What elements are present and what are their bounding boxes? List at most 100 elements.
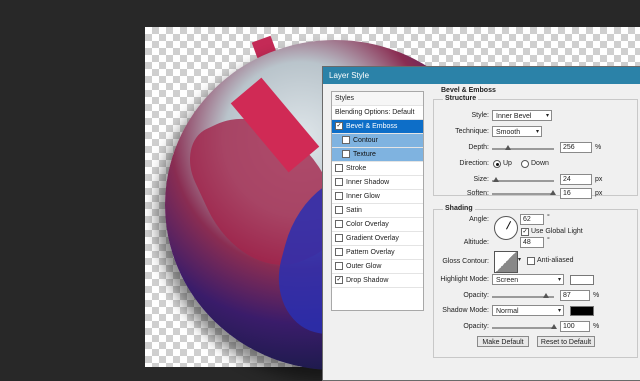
highlight-mode-value: Screen bbox=[496, 277, 519, 284]
size-slider-thumb[interactable] bbox=[492, 177, 499, 182]
styles-list-item-label: Satin bbox=[346, 207, 362, 214]
shadow-mode-select[interactable]: Normal ▾ bbox=[492, 305, 564, 316]
technique-label: Technique: bbox=[455, 128, 489, 135]
shadow-opacity-label: Opacity: bbox=[463, 323, 489, 330]
style-checkbox[interactable] bbox=[335, 192, 343, 201]
styles-list-item-label: Blending Options: Default bbox=[335, 109, 415, 116]
depth-input[interactable]: 256 bbox=[560, 142, 592, 153]
styles-list-item-label: Pattern Overlay bbox=[346, 249, 395, 256]
shadow-opacity-slider[interactable] bbox=[492, 324, 557, 329]
size-label: Size: bbox=[473, 176, 489, 183]
style-checkbox[interactable]: ✓ bbox=[335, 276, 343, 285]
style-select[interactable]: Inner Bevel ▾ bbox=[492, 110, 552, 121]
shadow-opacity-thumb[interactable] bbox=[551, 324, 557, 329]
styles-list-item-label: Contour bbox=[353, 137, 378, 144]
styles-list-item[interactable]: Inner Shadow bbox=[332, 176, 423, 190]
styles-list-item-label: Bevel & Emboss bbox=[346, 123, 398, 130]
direction-up-label: Up bbox=[503, 160, 512, 167]
layer-style-dialog: Layer Style Styles Blending Options: Defa… bbox=[322, 66, 640, 381]
anti-aliased-label: Anti-aliased bbox=[537, 257, 574, 264]
depth-slider[interactable] bbox=[492, 145, 554, 150]
angle-unit: ° bbox=[547, 214, 550, 221]
style-checkbox[interactable] bbox=[335, 248, 343, 257]
angle-input[interactable]: 62 bbox=[520, 214, 544, 225]
bevel-section-title: Bevel & Emboss bbox=[441, 87, 496, 94]
style-checkbox[interactable]: ✓ bbox=[335, 122, 343, 131]
direction-down-radio[interactable] bbox=[521, 160, 529, 168]
use-global-light-checkbox[interactable]: ✓ bbox=[521, 228, 529, 236]
styles-list-item-label: Inner Shadow bbox=[346, 179, 390, 186]
styles-list-item[interactable]: Styles bbox=[332, 92, 423, 106]
altitude-input[interactable]: 48 bbox=[520, 237, 544, 248]
styles-list-item[interactable]: Contour bbox=[332, 134, 423, 148]
technique-select[interactable]: Smooth ▾ bbox=[492, 126, 542, 137]
style-checkbox[interactable] bbox=[335, 234, 343, 243]
anti-aliased-checkbox[interactable] bbox=[527, 257, 535, 265]
make-default-button[interactable]: Make Default bbox=[477, 336, 529, 347]
style-checkbox[interactable] bbox=[335, 164, 343, 173]
styles-list-item[interactable]: Texture bbox=[332, 148, 423, 162]
highlight-mode-select[interactable]: Screen ▾ bbox=[492, 274, 564, 285]
styles-list-item[interactable]: ✓ Bevel & Emboss bbox=[332, 120, 423, 134]
structure-title: Structure bbox=[443, 95, 479, 102]
size-unit: px bbox=[595, 176, 603, 183]
gloss-contour-picker[interactable] bbox=[494, 251, 518, 273]
soften-slider-thumb[interactable] bbox=[549, 190, 556, 195]
shadow-mode-value: Normal bbox=[496, 308, 519, 315]
shadow-color-swatch[interactable] bbox=[570, 306, 594, 316]
shading-title: Shading bbox=[443, 205, 475, 212]
soften-label: Soften: bbox=[466, 190, 489, 197]
styles-list-item[interactable]: Blending Options: Default bbox=[332, 106, 423, 120]
styles-list-item-label: Stroke bbox=[346, 165, 367, 172]
depth-unit: % bbox=[595, 144, 602, 151]
chevron-down-icon[interactable]: ▾ bbox=[518, 256, 521, 263]
highlight-opacity-thumb[interactable] bbox=[542, 293, 549, 298]
styles-list-item[interactable]: Satin bbox=[332, 204, 423, 218]
size-input[interactable]: 24 bbox=[560, 174, 592, 185]
style-checkbox[interactable] bbox=[335, 220, 343, 229]
styles-list-item-label: Inner Glow bbox=[346, 193, 380, 200]
shadow-opacity-unit: % bbox=[593, 323, 600, 330]
shadow-opacity-input[interactable]: 100 bbox=[560, 321, 590, 332]
style-checkbox[interactable] bbox=[335, 206, 343, 215]
style-value: Inner Bevel bbox=[496, 113, 532, 120]
dialog-title[interactable]: Layer Style bbox=[323, 67, 640, 84]
use-global-light-label: Use Global Light bbox=[531, 228, 583, 235]
styles-list-item-label: Gradient Overlay bbox=[346, 235, 399, 242]
style-checkbox[interactable] bbox=[342, 150, 350, 159]
gloss-contour-label: Gloss Contour: bbox=[442, 258, 489, 265]
soften-slider[interactable] bbox=[492, 190, 556, 195]
style-checkbox[interactable] bbox=[342, 136, 350, 145]
highlight-opacity-label: Opacity: bbox=[463, 292, 489, 299]
angle-dial-hand bbox=[506, 221, 512, 230]
chevron-down-icon: ▾ bbox=[557, 277, 561, 283]
size-slider[interactable] bbox=[492, 177, 554, 182]
styles-list-item[interactable]: ✓ Drop Shadow bbox=[332, 274, 423, 288]
soften-unit: px bbox=[595, 190, 603, 197]
angle-dial[interactable] bbox=[494, 216, 518, 240]
highlight-opacity-unit: % bbox=[593, 292, 600, 299]
style-checkbox[interactable] bbox=[335, 178, 343, 187]
styles-list-item[interactable]: Stroke bbox=[332, 162, 423, 176]
bevel-emboss-panel: Bevel & Emboss Structure Style: Inner Be… bbox=[429, 85, 640, 380]
highlight-opacity-slider[interactable] bbox=[492, 293, 554, 298]
styles-list-item[interactable]: Gradient Overlay bbox=[332, 232, 423, 246]
highlight-color-swatch[interactable] bbox=[570, 275, 594, 285]
styles-list-item[interactable]: Pattern Overlay bbox=[332, 246, 423, 260]
direction-up-radio[interactable] bbox=[493, 160, 501, 168]
style-label: Style: bbox=[471, 112, 489, 119]
styles-list-item[interactable]: Color Overlay bbox=[332, 218, 423, 232]
style-checkbox[interactable] bbox=[335, 262, 343, 271]
highlight-opacity-input[interactable]: 87 bbox=[560, 290, 590, 301]
depth-slider-thumb[interactable] bbox=[504, 145, 511, 150]
styles-list-item[interactable]: Outer Glow bbox=[332, 260, 423, 274]
styles-list-item[interactable]: Inner Glow bbox=[332, 190, 423, 204]
styles-list-item-label: Outer Glow bbox=[346, 263, 382, 270]
soften-input[interactable]: 16 bbox=[560, 188, 592, 199]
reset-to-default-button[interactable]: Reset to Default bbox=[537, 336, 595, 347]
chevron-down-icon: ▾ bbox=[545, 113, 549, 119]
altitude-label: Altitude: bbox=[463, 239, 489, 246]
chevron-down-icon: ▾ bbox=[535, 129, 539, 135]
depth-label: Depth: bbox=[468, 144, 489, 151]
shadow-mode-label: Shadow Mode: bbox=[442, 307, 489, 314]
